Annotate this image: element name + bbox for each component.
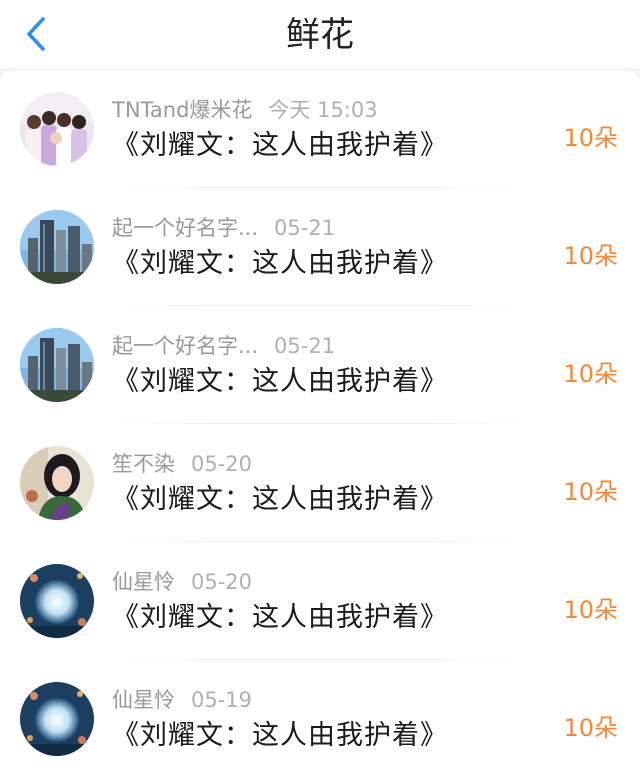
sender-meta: 仙星怜 05-20: [112, 568, 252, 596]
work-title[interactable]: 《刘耀文：这人由我护着》: [112, 718, 448, 754]
sender-name[interactable]: 仙星怜: [112, 688, 175, 712]
city-skyline-icon: [20, 210, 94, 284]
work-title[interactable]: 《刘耀文：这人由我护着》: [112, 482, 448, 518]
flower-count: 10朵: [563, 242, 618, 270]
timestamp: 05-21: [274, 216, 336, 240]
flower-count: 10朵: [563, 124, 618, 152]
timestamp: 今天 15:03: [268, 98, 378, 122]
sender-name[interactable]: 笙不染: [112, 452, 175, 476]
work-title[interactable]: 《刘耀文：这人由我护着》: [112, 246, 448, 282]
moon-night-icon: [20, 682, 94, 756]
avatar[interactable]: [20, 564, 94, 638]
flower-gift-list: TNTand爆米花 今天 15:03 《刘耀文：这人由我护着》 10朵 起一个好名…: [0, 70, 640, 774]
sender-name[interactable]: 仙星怜: [112, 570, 175, 594]
sender-meta: TNTand爆米花 今天 15:03: [112, 96, 378, 124]
flower-count: 10朵: [563, 714, 618, 742]
work-title[interactable]: 《刘耀文：这人由我护着》: [112, 600, 448, 636]
flower-count: 10朵: [563, 596, 618, 624]
sender-meta: 起一个好名字... 05-21: [112, 332, 335, 360]
city-skyline-icon: [20, 328, 94, 402]
timestamp: 05-21: [274, 334, 336, 358]
list-item[interactable]: 起一个好名字... 05-21 《刘耀文：这人由我护着》 10朵: [0, 188, 640, 306]
timestamp: 05-20: [191, 452, 253, 476]
moon-night-icon: [20, 564, 94, 638]
work-title[interactable]: 《刘耀文：这人由我护着》: [112, 364, 448, 400]
list-item[interactable]: 仙星怜 05-20 《刘耀文：这人由我护着》 10朵: [0, 542, 640, 660]
avatar[interactable]: [20, 446, 94, 520]
sender-meta: 笙不染 05-20: [112, 450, 252, 478]
avatar[interactable]: [20, 92, 94, 166]
page-title: 鲜花: [286, 15, 354, 55]
flower-count: 10朵: [563, 478, 618, 506]
group-photo-icon: [20, 92, 94, 166]
work-title[interactable]: 《刘耀文：这人由我护着》: [112, 128, 448, 164]
sender-name[interactable]: TNTand爆米花: [112, 98, 252, 122]
timestamp: 05-20: [191, 570, 253, 594]
avatar[interactable]: [20, 328, 94, 402]
sender-meta: 起一个好名字... 05-21: [112, 214, 335, 242]
list-item[interactable]: TNTand爆米花 今天 15:03 《刘耀文：这人由我护着》 10朵: [0, 70, 640, 188]
sender-meta: 仙星怜 05-19: [112, 686, 252, 714]
avatar[interactable]: [20, 682, 94, 756]
timestamp: 05-19: [191, 688, 253, 712]
sender-name[interactable]: 起一个好名字...: [112, 334, 258, 358]
sender-name[interactable]: 起一个好名字...: [112, 216, 258, 240]
list-item[interactable]: 仙星怜 05-19 《刘耀文：这人由我护着》 10朵: [0, 660, 640, 774]
portrait-icon: [20, 446, 94, 520]
list-item[interactable]: 笙不染 05-20 《刘耀文：这人由我护着》 10朵: [0, 424, 640, 542]
avatar[interactable]: [20, 210, 94, 284]
top-nav-bar: 鲜花: [0, 0, 640, 70]
list-item[interactable]: 起一个好名字... 05-21 《刘耀文：这人由我护着》 10朵: [0, 306, 640, 424]
flower-count: 10朵: [563, 360, 618, 388]
